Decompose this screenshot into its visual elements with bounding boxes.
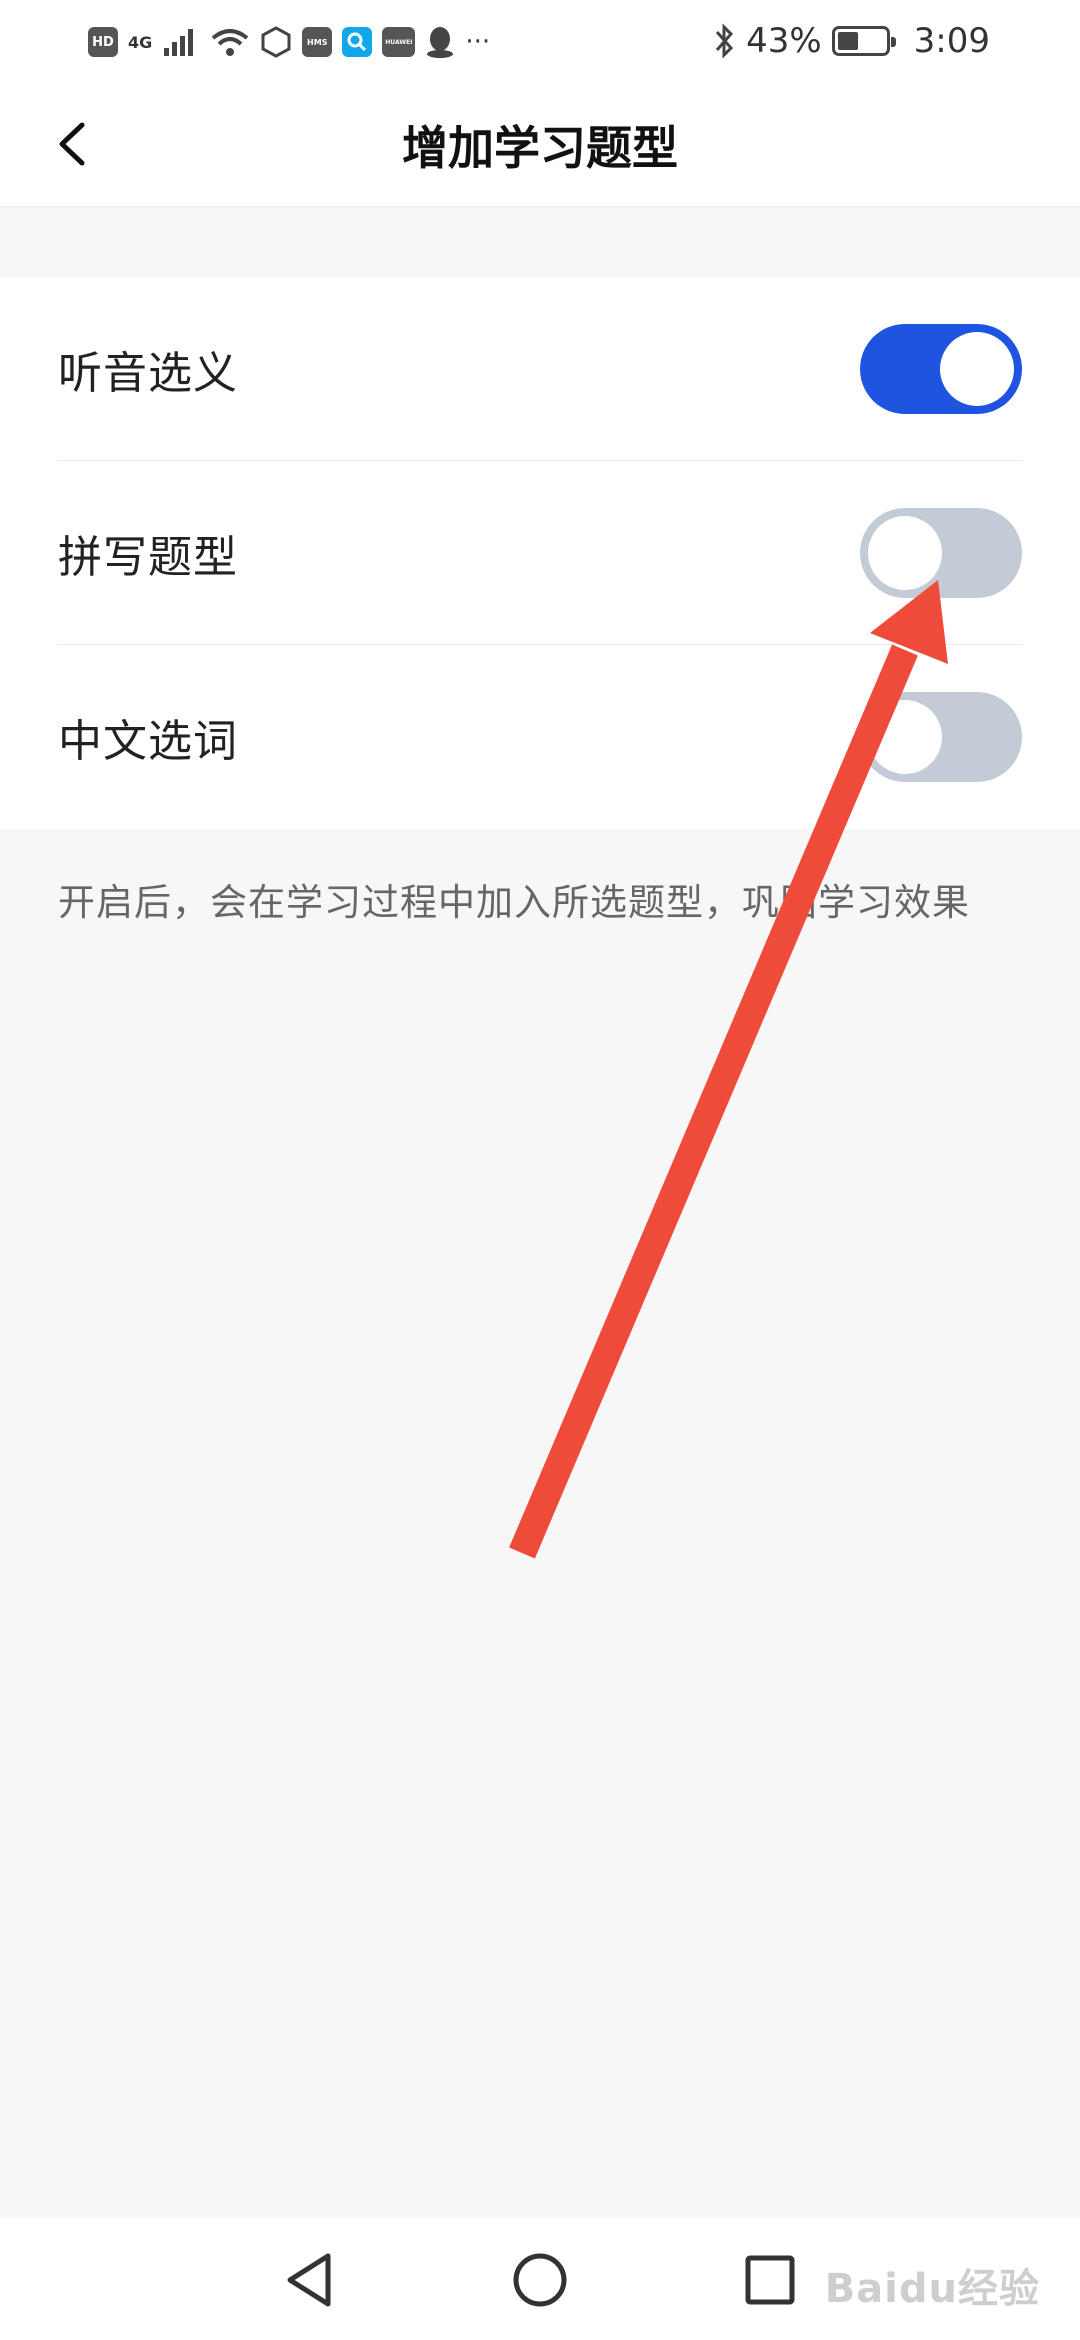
nav-back-button[interactable] <box>270 2240 350 2320</box>
qq-icon <box>427 27 454 58</box>
page-title: 增加学习题型 <box>402 120 678 175</box>
clock: 3:09 <box>913 21 990 61</box>
listening-choice-toggle[interactable] <box>860 323 1022 414</box>
toggle-knob <box>868 700 942 774</box>
status-icons-right: 43% 3:09 <box>712 16 990 66</box>
hexagon-app-icon <box>261 26 291 58</box>
nav-home-button[interactable] <box>500 2240 580 2320</box>
network-type: 4G <box>128 32 153 52</box>
toggle-knob <box>868 515 942 590</box>
setting-row-spelling: 拼写题型 <box>58 461 1022 645</box>
huawei-store-icon: HUAWEI <box>382 27 416 57</box>
wifi-icon <box>211 29 249 56</box>
battery-icon <box>831 26 896 56</box>
search-app-icon <box>342 27 373 57</box>
app-header: 增加学习题型 <box>0 82 1080 207</box>
setting-label: 中文选词 <box>58 716 238 767</box>
triangle-back-icon <box>287 2253 331 2307</box>
setting-label: 拼写题型 <box>58 531 238 583</box>
bluetooth-icon <box>715 23 734 59</box>
signal-icon <box>164 29 194 56</box>
battery-level-fill <box>837 32 858 50</box>
chinese-word-choice-toggle[interactable] <box>860 692 1022 782</box>
square-recent-icon <box>745 2255 795 2305</box>
watermark: Baidu经验 <box>824 2266 1040 2312</box>
circle-home-icon <box>513 2253 567 2307</box>
status-bar: HD 4G HMS HUAWEI ··· 43% 3:09 <box>0 0 1080 82</box>
hd-badge: HD <box>88 27 118 57</box>
screen: HD 4G HMS HUAWEI ··· 43% 3:09 增加学习题型 听音选… <box>0 0 1080 2340</box>
more-notifications-icon: ··· <box>465 27 491 57</box>
system-navigation-bar: Baidu经验 <box>0 2218 1080 2340</box>
setting-label: 听音选义 <box>58 347 238 399</box>
setting-row-listening: 听音选义 <box>58 277 1022 461</box>
nav-recent-button[interactable] <box>730 2240 810 2320</box>
battery-percent: 43% <box>746 21 822 61</box>
status-icons-left: HD 4G HMS HUAWEI ··· <box>88 20 490 64</box>
hms-icon: HMS <box>302 27 333 57</box>
question-type-settings: 听音选义 拼写题型 中文选词 <box>0 277 1080 829</box>
settings-hint-text: 开启后，会在学习过程中加入所选题型，巩固学习效果 <box>58 881 970 924</box>
toggle-knob <box>940 331 1014 406</box>
setting-row-chinese-word: 中文选词 <box>58 645 1022 829</box>
spelling-type-toggle[interactable] <box>860 507 1022 598</box>
